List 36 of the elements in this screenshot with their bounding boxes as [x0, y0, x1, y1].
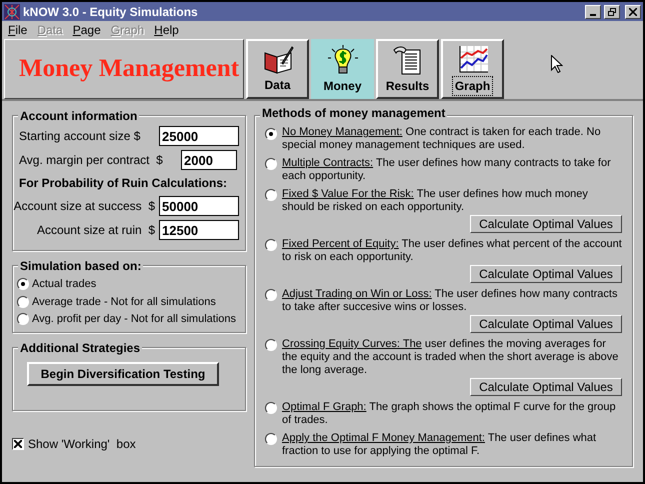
- menu-item[interactable]: Page: [72, 21, 101, 39]
- input-field[interactable]: 2000: [181, 150, 237, 170]
- menu-item[interactable]: Help: [154, 21, 179, 39]
- section-subtitle: For Probability of Ruin Calculations:: [19, 175, 228, 192]
- input-field[interactable]: 12500: [159, 220, 239, 240]
- method-description: Apply the Optimal F Money Management: The user defines what fraction to use for applying the optimal F.: [282, 432, 598, 458]
- window-title: kNOW 3.0 - Equity Simulations: [23, 4, 199, 20]
- option-label: Actual trades: [32, 277, 96, 292]
- field-label: Starting account size $: [19, 128, 142, 145]
- method-description: Multiple Contracts: The user defines how many contracts to take for each opportunity.: [282, 157, 612, 183]
- method-description: Crossing Equity Curves: The user defines the moving averages for the equity and the account is traded when the short average is above the long average.: [282, 338, 620, 377]
- calculate-button[interactable]: Calculate Optimal Values: [470, 378, 622, 396]
- field-label: Account size at success $: [14, 198, 155, 215]
- calculate-button[interactable]: Calculate Optimal Values: [470, 315, 622, 333]
- input-field[interactable]: 25000: [159, 126, 239, 146]
- checkbox-label: Show 'Working' box: [28, 436, 136, 452]
- page-title: Money Management: [19, 54, 240, 84]
- field-label: Account size at ruin $: [36, 222, 155, 239]
- diversification-button[interactable]: Begin Diversification Testing: [27, 362, 219, 386]
- tab[interactable]: Money: [311, 39, 374, 99]
- group-title: Methods of money management: [260, 107, 448, 120]
- tab[interactable]: Data: [246, 39, 309, 99]
- tab[interactable]: Results: [376, 39, 439, 99]
- tab[interactable]: Graph: [441, 39, 504, 99]
- menu-item[interactable]: File: [8, 21, 28, 39]
- input-field[interactable]: 50000: [159, 196, 239, 216]
- method-description: Fixed $ Value For the Risk: The user defines how much money should be risked on each opportunity.: [282, 188, 589, 214]
- option-label: Average trade - Not for all simulations: [32, 294, 216, 310]
- calculate-button[interactable]: Calculate Optimal Values: [470, 215, 622, 233]
- method-description: Adjust Trading on Win or Loss: The user defines how many contracts to take after succesive wins or losses.: [282, 288, 618, 314]
- method-description: No Money Management: One contract is taken for each trade. No special money management techniques are used.: [282, 126, 602, 152]
- method-description: Fixed Percent of Equity: The user defines what percent of the account to risk on each opportunity.: [282, 238, 622, 264]
- method-description: Optimal F Graph: The graph shows the optimal F curve for the group of trades.: [282, 401, 617, 427]
- field-label: Avg. margin per contract $: [19, 152, 164, 169]
- calculate-button[interactable]: Calculate Optimal Values: [470, 265, 622, 283]
- option-label: Avg. profit per day - Not for all simulations: [32, 312, 236, 327]
